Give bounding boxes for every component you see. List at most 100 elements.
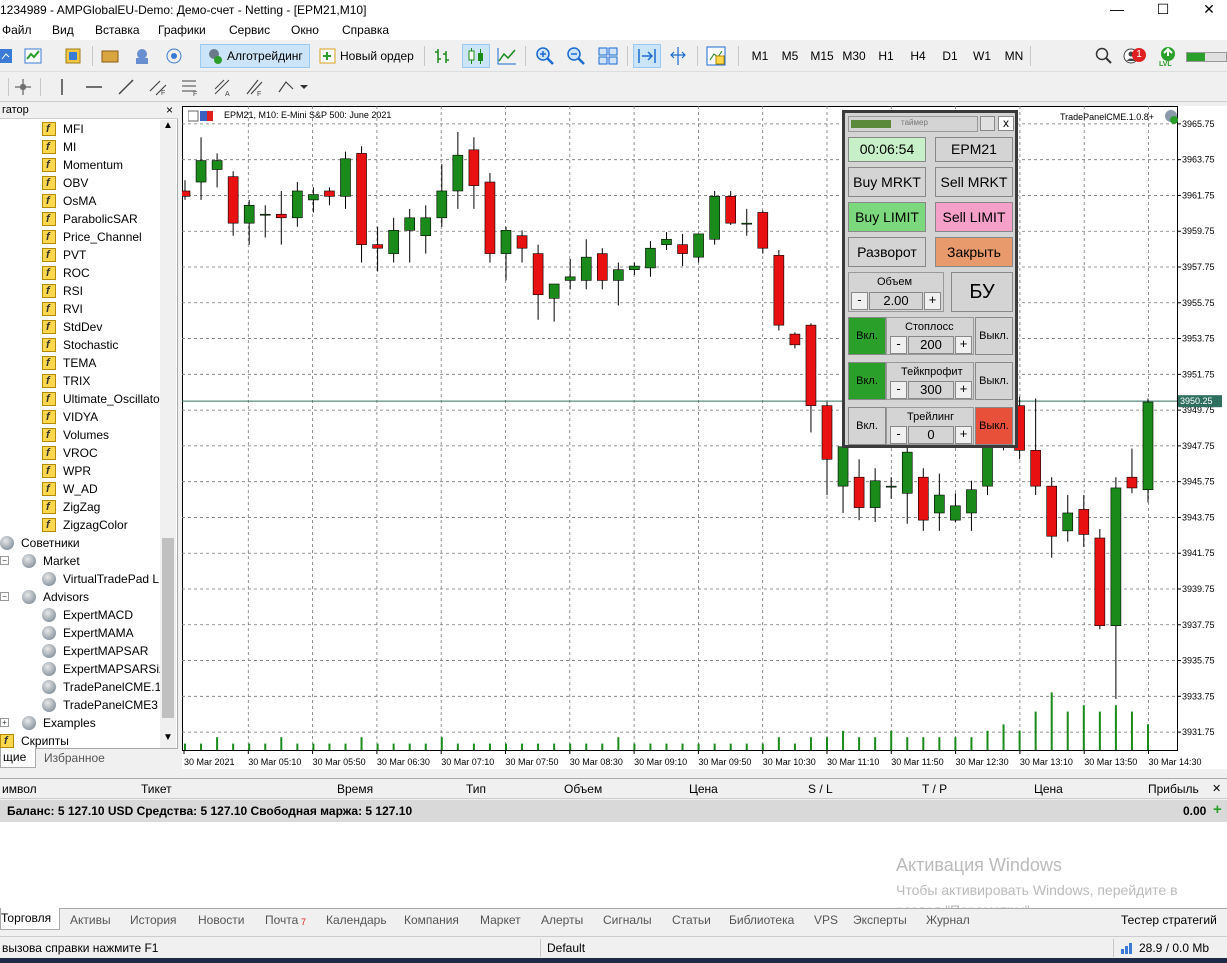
takeprofit-input[interactable]: 300 <box>908 381 954 399</box>
bear-candle[interactable] <box>789 333 801 346</box>
menu-help[interactable]: Справка <box>342 23 389 37</box>
bull-candle[interactable] <box>869 480 881 508</box>
bull-candle[interactable] <box>564 276 576 281</box>
menu-tools[interactable]: Сервис <box>229 23 270 37</box>
tab-news[interactable]: Новости <box>198 913 244 927</box>
equidistant-channel-icon[interactable]: F <box>148 77 168 97</box>
bear-candle[interactable] <box>356 153 367 245</box>
tab-vps[interactable]: VPS <box>814 913 838 927</box>
col-symbol[interactable]: имвол <box>2 782 37 796</box>
bull-candle[interactable] <box>580 256 592 281</box>
bear-candle[interactable] <box>227 176 239 224</box>
tab-calendar[interactable]: Календарь <box>326 913 387 927</box>
bear-candle[interactable] <box>757 212 769 249</box>
volume-decrease-button[interactable]: - <box>851 292 868 310</box>
bull-candle[interactable] <box>709 196 720 240</box>
menu-view[interactable]: Вид <box>52 23 74 37</box>
new-chart-icon[interactable] <box>0 46 20 66</box>
bear-candle[interactable] <box>372 244 383 249</box>
bear-candle[interactable] <box>725 196 737 224</box>
connection-icon[interactable] <box>1120 941 1134 955</box>
bear-candle[interactable] <box>1078 509 1090 535</box>
bear-candle[interactable] <box>484 181 496 254</box>
expert-running-icon[interactable] <box>1162 108 1180 126</box>
col-type[interactable]: Тип <box>466 782 486 796</box>
bull-candle[interactable] <box>1110 487 1122 626</box>
volume-increase-button[interactable]: + <box>924 292 941 310</box>
tree-toggle-icon[interactable]: − <box>0 592 9 601</box>
new-order-button[interactable]: Новый ордер <box>316 44 416 68</box>
tab-company[interactable]: Компания <box>404 913 459 927</box>
bull-candle[interactable] <box>388 230 399 254</box>
algotrading-button[interactable]: Алготрейдинг <box>200 44 310 68</box>
bull-candle[interactable] <box>436 190 448 219</box>
bear-candle[interactable] <box>1046 485 1058 537</box>
scroll-up-icon[interactable]: ▲ <box>160 120 176 136</box>
menu-charts[interactable]: Графики <box>158 23 206 37</box>
bull-candle[interactable] <box>629 265 640 270</box>
pitchfork-icon[interactable]: F <box>244 77 264 97</box>
minimize-button[interactable]: — <box>1094 0 1140 20</box>
stoploss-input[interactable]: 200 <box>908 336 954 354</box>
tab-journal[interactable]: Журнал <box>926 913 970 927</box>
menu-insert[interactable]: Вставка <box>95 23 140 37</box>
bull-candle[interactable] <box>1142 401 1154 491</box>
bull-candle[interactable] <box>741 222 753 225</box>
bull-candle[interactable] <box>548 283 560 299</box>
takeprofit-on-button[interactable]: Вкл. <box>848 362 886 400</box>
autoscroll-button[interactable] <box>633 44 661 68</box>
navigator-icon[interactable] <box>132 46 152 66</box>
navigator-close-icon[interactable]: × <box>166 103 173 117</box>
stoploss-on-button[interactable]: Вкл. <box>848 317 886 355</box>
tab-assets[interactable]: Активы <box>70 913 111 927</box>
tab-articles[interactable]: Статьи <box>672 913 711 927</box>
reverse-button[interactable]: Разворот <box>848 237 926 267</box>
col-profit[interactable]: Прибыль <box>1148 782 1199 796</box>
col-tp[interactable]: T / P <box>922 782 947 796</box>
bear-candle[interactable] <box>1094 537 1106 626</box>
timeframe-mn[interactable]: MN <box>1002 44 1026 68</box>
stoploss-increase-button[interactable]: + <box>955 336 972 354</box>
bull-candle[interactable] <box>340 158 351 197</box>
bull-candle[interactable] <box>661 238 672 245</box>
timeframe-h1[interactable]: H1 <box>874 44 898 68</box>
trailing-off-button[interactable]: Выкл. <box>975 407 1013 445</box>
fibonacci-icon[interactable]: F <box>180 77 200 97</box>
bull-candle[interactable] <box>645 247 656 269</box>
zoom-out-icon[interactable] <box>566 46 586 66</box>
chart-shift-icon[interactable] <box>668 46 688 66</box>
buy-limit-button[interactable]: Buy LIMIT <box>848 202 926 232</box>
panel-minimize-button[interactable] <box>980 116 995 131</box>
shapes-icon[interactable] <box>276 77 296 97</box>
market-watch-icon[interactable] <box>100 46 120 66</box>
bear-candle[interactable] <box>276 213 287 219</box>
timeframe-m5[interactable]: M5 <box>778 44 802 68</box>
close-terminal-icon[interactable]: ✕ <box>1212 782 1221 795</box>
timeframe-w1[interactable]: W1 <box>970 44 994 68</box>
timeframe-h4[interactable]: H4 <box>906 44 930 68</box>
menu-window[interactable]: Окно <box>291 23 319 37</box>
takeprofit-off-button[interactable]: Выкл. <box>975 362 1013 400</box>
tab-common[interactable]: щие <box>0 748 36 768</box>
bull-candle[interactable] <box>452 154 464 192</box>
navigator-scrollbar[interactable]: ▲ ▼ <box>160 120 176 750</box>
profiles-icon[interactable] <box>24 46 44 66</box>
menu-file[interactable]: Файл <box>2 23 32 37</box>
bull-candle[interactable] <box>243 204 255 224</box>
indicators-list-icon[interactable] <box>706 46 726 66</box>
templates-icon[interactable] <box>64 46 84 66</box>
tab-library[interactable]: Библиотека <box>729 913 794 927</box>
bear-candle[interactable] <box>182 190 191 197</box>
signals-icon[interactable] <box>164 46 184 66</box>
timeframe-m15[interactable]: M15 <box>808 44 836 68</box>
breakeven-button[interactable]: БУ <box>951 272 1013 312</box>
stoploss-decrease-button[interactable]: - <box>890 336 907 354</box>
tab-market[interactable]: Маркет <box>480 913 521 927</box>
close-window-button[interactable]: ✕ <box>1186 0 1227 20</box>
buy-market-button[interactable]: Buy MRKT <box>848 167 926 197</box>
trailing-decrease-button[interactable]: - <box>890 426 907 444</box>
bear-candle[interactable] <box>805 324 817 406</box>
horizontal-line-icon[interactable] <box>84 77 104 97</box>
takeprofit-increase-button[interactable]: + <box>955 381 972 399</box>
candle-chart-button[interactable] <box>462 44 490 68</box>
